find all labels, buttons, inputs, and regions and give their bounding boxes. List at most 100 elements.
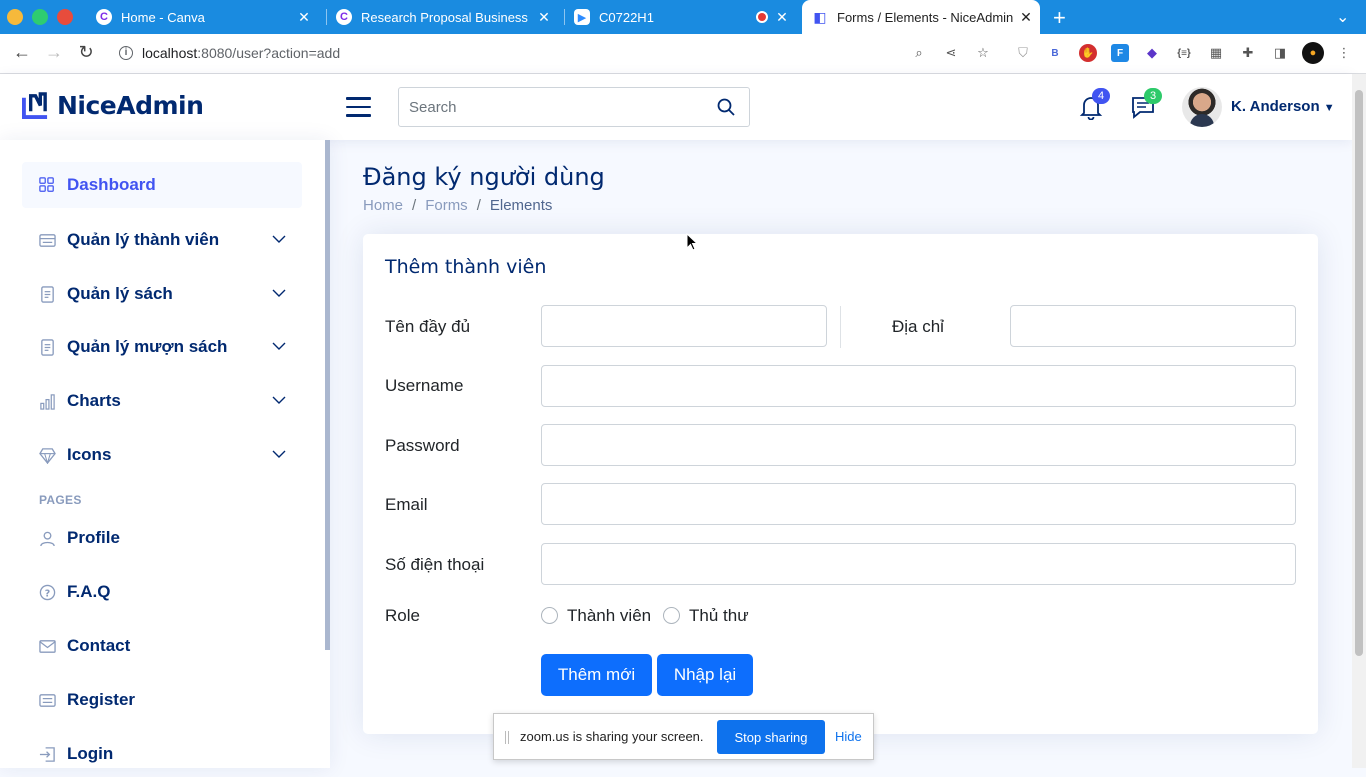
sidebar-item-label: Login xyxy=(67,744,114,763)
user-name: K. Anderson xyxy=(1231,98,1320,115)
browser-tab-niceadmin[interactable]: ◧ Forms / Elements - NiceAdmin ✕ xyxy=(802,0,1040,34)
sidebar-item-label: Dashboard xyxy=(67,175,156,194)
reset-button[interactable]: Nhập lại xyxy=(657,654,753,696)
search-icon[interactable] xyxy=(717,98,735,116)
role-member-radio[interactable] xyxy=(541,607,558,624)
close-tab-icon[interactable]: ✕ xyxy=(296,9,312,26)
username-label: Username xyxy=(385,376,464,395)
json-extension-icon[interactable]: {≡} xyxy=(1175,44,1193,62)
url-field[interactable]: localhost:8080/user?action=add xyxy=(142,45,340,61)
sidebar-item-dashboard[interactable]: Dashboard xyxy=(22,162,302,208)
hide-button[interactable]: Hide xyxy=(835,729,862,744)
close-tab-icon[interactable]: ✕ xyxy=(774,9,790,26)
stop-sharing-button[interactable]: Stop sharing xyxy=(717,720,825,754)
ft-extension-icon[interactable]: F xyxy=(1111,44,1129,62)
browser-tab-research-proposal[interactable]: C Research Proposal Business P ✕ xyxy=(336,0,558,34)
sidebar-item-profile[interactable]: Profile xyxy=(22,515,302,561)
close-tab-icon[interactable]: ✕ xyxy=(536,9,552,26)
logo-text: NiceAdmin xyxy=(57,91,204,120)
sidebar-item-label: Profile xyxy=(67,528,120,547)
search-bar[interactable]: Search xyxy=(398,87,750,127)
page-scrollbar-thumb[interactable] xyxy=(1355,90,1363,656)
browser-tab-canva-home[interactable]: C Home - Canva ✕ xyxy=(96,0,318,34)
b-extension-icon[interactable]: B xyxy=(1046,44,1064,62)
close-tab-icon[interactable]: ✕ xyxy=(1018,9,1034,26)
sidebar-item-label: Contact xyxy=(67,636,131,655)
sidebar-toggle-button[interactable] xyxy=(346,97,371,117)
browser-address-bar: ← → ↻ i localhost:8080/user?action=add ⌕… xyxy=(0,34,1366,74)
sidebar-item-login[interactable]: Login xyxy=(22,731,302,777)
logo-link[interactable]: NiceAdmin xyxy=(22,91,204,120)
password-input[interactable] xyxy=(541,424,1296,466)
shield-extension-icon[interactable]: ⛉ xyxy=(1014,44,1032,62)
new-tab-button[interactable]: + xyxy=(1053,5,1066,31)
site-info-icon[interactable]: i xyxy=(119,46,133,60)
fullname-input[interactable] xyxy=(541,305,827,347)
chevron-down-icon xyxy=(272,235,286,243)
profile-avatar-icon[interactable]: ● xyxy=(1302,42,1324,64)
caret-down-icon: ▼ xyxy=(1323,102,1335,114)
address-input[interactable] xyxy=(1010,305,1296,347)
puzzle-extensions-icon[interactable]: ✚ xyxy=(1239,44,1257,62)
forward-arrow-icon[interactable]: → xyxy=(42,42,66,63)
breadcrumb-home-link[interactable]: Home xyxy=(363,197,403,214)
username-input[interactable] xyxy=(541,365,1296,407)
browser-menu-icon[interactable]: ⋮ xyxy=(1335,44,1353,62)
tab-title: Forms / Elements - NiceAdmin xyxy=(837,9,1013,25)
side-panel-icon[interactable]: ◨ xyxy=(1271,44,1289,62)
url-host: localhost xyxy=(142,45,198,61)
share-icon[interactable]: ⋖ xyxy=(942,44,960,62)
add-new-button[interactable]: Thêm mới xyxy=(541,654,652,696)
browser-tab-bar: C Home - Canva ✕ C Research Proposal Bus… xyxy=(0,0,1366,34)
notifications-button[interactable]: 4 xyxy=(1078,88,1110,121)
breadcrumb-forms-link[interactable]: Forms xyxy=(425,197,468,214)
bar-chart-icon xyxy=(38,392,56,410)
search-input[interactable]: Search xyxy=(409,99,457,116)
email-input[interactable] xyxy=(541,483,1296,525)
role-librarian-label[interactable]: Thủ thư xyxy=(689,606,749,626)
reload-icon[interactable]: ↻ xyxy=(74,42,98,63)
notifications-badge: 4 xyxy=(1092,88,1110,104)
maximize-window-button[interactable] xyxy=(32,9,48,25)
sidebar-item-icons[interactable]: Icons xyxy=(22,432,302,478)
zoom-magnifier-icon[interactable]: ⌕ xyxy=(910,44,928,62)
tab-search-chevron-icon[interactable]: ⌄ xyxy=(1336,7,1349,27)
url-path: :8080/user?action=add xyxy=(197,45,341,61)
sidebar-item-charts[interactable]: Charts xyxy=(22,378,302,424)
phone-input[interactable] xyxy=(541,543,1296,585)
sidebar-item-faq[interactable]: ? F.A.Q xyxy=(22,569,302,615)
app-header: NiceAdmin Search 4 3 K. Anderson ▼ xyxy=(0,74,1352,140)
hat-extension-icon[interactable]: ◆ xyxy=(1143,44,1161,62)
role-librarian-radio[interactable] xyxy=(663,607,680,624)
sidebar-item-register[interactable]: Register xyxy=(22,677,302,723)
zoom-icon: ▶ xyxy=(574,9,590,25)
messages-button[interactable]: 3 xyxy=(1130,88,1162,120)
sidebar-item-members[interactable]: Quản lý thành viên xyxy=(22,217,302,263)
sidebar-item-contact[interactable]: Contact xyxy=(22,623,302,669)
question-icon: ? xyxy=(38,583,56,601)
password-label: Password xyxy=(385,436,460,455)
drag-handle-icon[interactable] xyxy=(505,731,509,744)
user-menu-toggle[interactable]: K. Anderson ▼ xyxy=(1231,98,1335,115)
canva-icon: C xyxy=(96,9,112,25)
minimize-window-button[interactable] xyxy=(7,9,23,25)
stop-extension-icon[interactable]: ✋ xyxy=(1079,44,1097,62)
sidebar-item-label: Charts xyxy=(67,391,121,410)
sidebar-item-label: Quản lý mượn sách xyxy=(67,337,228,356)
sidebar-item-label: Register xyxy=(67,690,136,709)
role-member-label[interactable]: Thành viên xyxy=(567,606,651,626)
tab-title: C0722H1 xyxy=(599,9,654,25)
sidebar-item-borrowing[interactable]: Quản lý mượn sách xyxy=(22,324,302,370)
niceadmin-icon: ◧ xyxy=(813,8,827,25)
tab-title: Home - Canva xyxy=(121,9,205,25)
sidebar-item-label: Quản lý thành viên xyxy=(67,230,220,249)
sidebar-item-books[interactable]: Quản lý sách xyxy=(22,271,302,317)
back-arrow-icon[interactable]: ← xyxy=(10,42,34,63)
close-window-button[interactable] xyxy=(57,9,73,25)
bookmark-star-icon[interactable]: ☆ xyxy=(974,44,992,62)
browser-tab-zoom-meeting[interactable]: ▶ C0722H1 ✕ xyxy=(574,0,796,34)
qr-code-icon[interactable]: ▦ xyxy=(1207,44,1225,62)
avatar[interactable] xyxy=(1182,87,1222,127)
sidebar-scrollbar[interactable] xyxy=(325,140,330,650)
person-icon xyxy=(38,529,56,547)
